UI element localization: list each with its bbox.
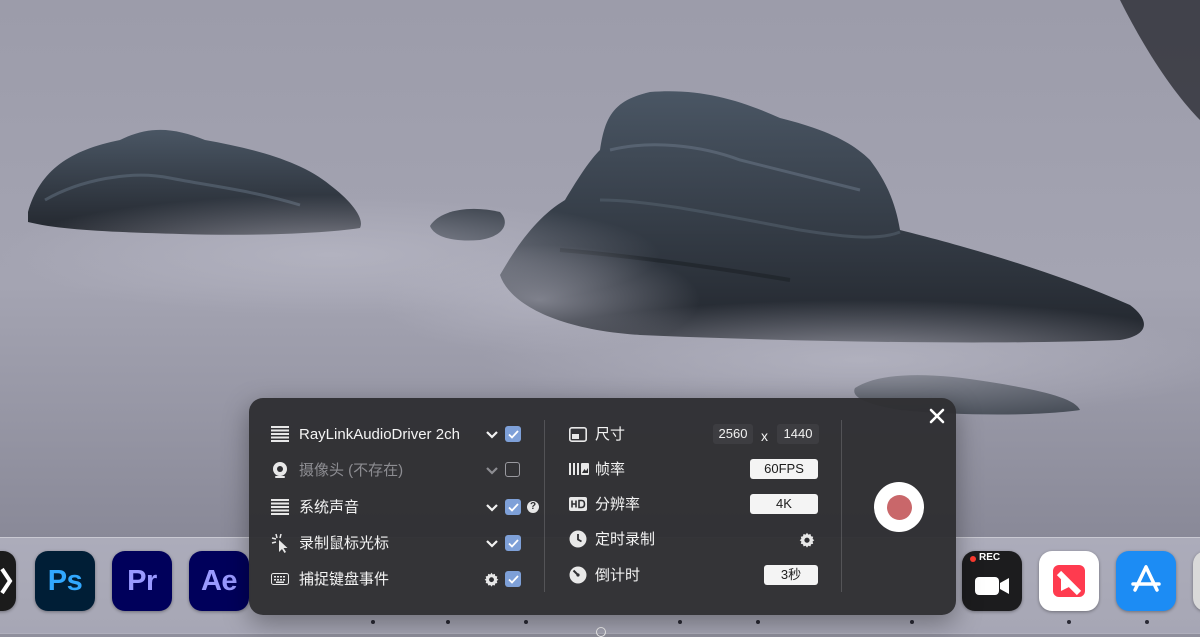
capture-keyboard-checkbox[interactable] (505, 571, 521, 587)
webcam-icon (273, 462, 287, 478)
system-audio-label: 系统声音 (299, 499, 360, 516)
chevron-down-icon[interactable] (485, 430, 499, 440)
resolution-select[interactable]: 4K (750, 494, 818, 514)
dock-running-indicator (371, 620, 375, 624)
camera-checkbox[interactable] (505, 462, 520, 477)
dock-app-news[interactable] (1039, 551, 1099, 611)
dock-app-after-effects[interactable]: Ae (189, 551, 249, 611)
system-audio-checkbox[interactable] (505, 499, 521, 515)
dock-app-app-store[interactable] (1116, 551, 1176, 611)
size-separator: x (761, 428, 768, 444)
dock-running-indicator (1067, 620, 1071, 624)
countdown-select[interactable]: 3秒 (764, 565, 818, 585)
dock-running-indicator (524, 620, 528, 624)
dock-running-indicator (1145, 620, 1149, 624)
dock-app-photoshop[interactable]: Ps (35, 551, 95, 611)
help-icon[interactable]: ? (527, 501, 539, 513)
rec-badge: REC (979, 552, 1001, 563)
dock-running-indicator (756, 620, 760, 624)
premiere-pro-icon: Pr (127, 564, 157, 597)
record-cursor-label: 录制鼠标光标 (299, 535, 390, 552)
dock-magnifier-indicator (596, 627, 606, 637)
framerate-icon (569, 463, 589, 475)
framerate-select[interactable]: 60FPS (750, 459, 818, 479)
chevron-down-icon[interactable] (485, 539, 499, 549)
countdown-icon (569, 566, 587, 584)
dock-running-indicator (910, 620, 914, 624)
rec-dot-icon (970, 556, 976, 562)
app-store-icon (1131, 565, 1161, 592)
screen-recorder-panel: RayLinkAudioDriver 2ch 摄像头 (不存在) 系统声音 ? … (249, 398, 956, 615)
checkmark-icon (507, 429, 519, 439)
dock-app-premiere-pro[interactable]: Pr (112, 551, 172, 611)
dock-running-indicator (446, 620, 450, 624)
photoshop-icon: Ps (47, 564, 83, 597)
audio-bars-icon (271, 499, 289, 515)
width-input[interactable]: 2560 (713, 424, 753, 444)
scheduled-recording-label: 定时录制 (595, 531, 656, 548)
cursor-click-icon (271, 533, 288, 553)
camera-label: 摄像头 (不存在) (299, 462, 404, 479)
dock-app-capcut[interactable] (0, 551, 16, 611)
record-cursor-checkbox[interactable] (505, 535, 521, 551)
audio-driver-checkbox[interactable] (505, 426, 521, 442)
column-divider (544, 420, 545, 592)
column-divider (841, 420, 842, 592)
news-icon (1053, 565, 1085, 597)
keyboard-icon (271, 573, 289, 585)
dock-app-partial[interactable] (1193, 551, 1200, 611)
audio-bars-icon (271, 426, 289, 442)
video-camera-icon (975, 577, 1009, 595)
dock-running-indicator (678, 620, 682, 624)
audio-driver-label: RayLinkAudioDriver 2ch (299, 426, 460, 443)
record-icon (886, 494, 912, 520)
capcut-icon (0, 551, 16, 611)
window-size-icon (569, 427, 587, 442)
after-effects-icon: Ae (200, 564, 238, 597)
size-label: 尺寸 (595, 426, 626, 443)
countdown-label: 倒计时 (595, 567, 641, 584)
framerate-label: 帧率 (595, 461, 626, 478)
checkmark-icon (507, 574, 519, 584)
chevron-down-icon[interactable] (485, 466, 499, 476)
chevron-down-icon[interactable] (485, 503, 499, 513)
capture-keyboard-label: 捕捉键盘事件 (299, 571, 390, 588)
gear-icon[interactable] (799, 532, 815, 548)
close-icon[interactable] (929, 408, 945, 424)
height-input[interactable]: 1440 (777, 424, 819, 444)
record-button[interactable] (874, 482, 924, 532)
gear-icon[interactable] (484, 572, 499, 587)
hd-icon (569, 497, 587, 511)
checkmark-icon (507, 502, 519, 512)
resolution-label: 分辨率 (595, 496, 641, 513)
checkmark-icon (507, 538, 519, 548)
clock-icon (569, 530, 587, 548)
dock-app-rec-camera[interactable]: REC (962, 551, 1022, 611)
